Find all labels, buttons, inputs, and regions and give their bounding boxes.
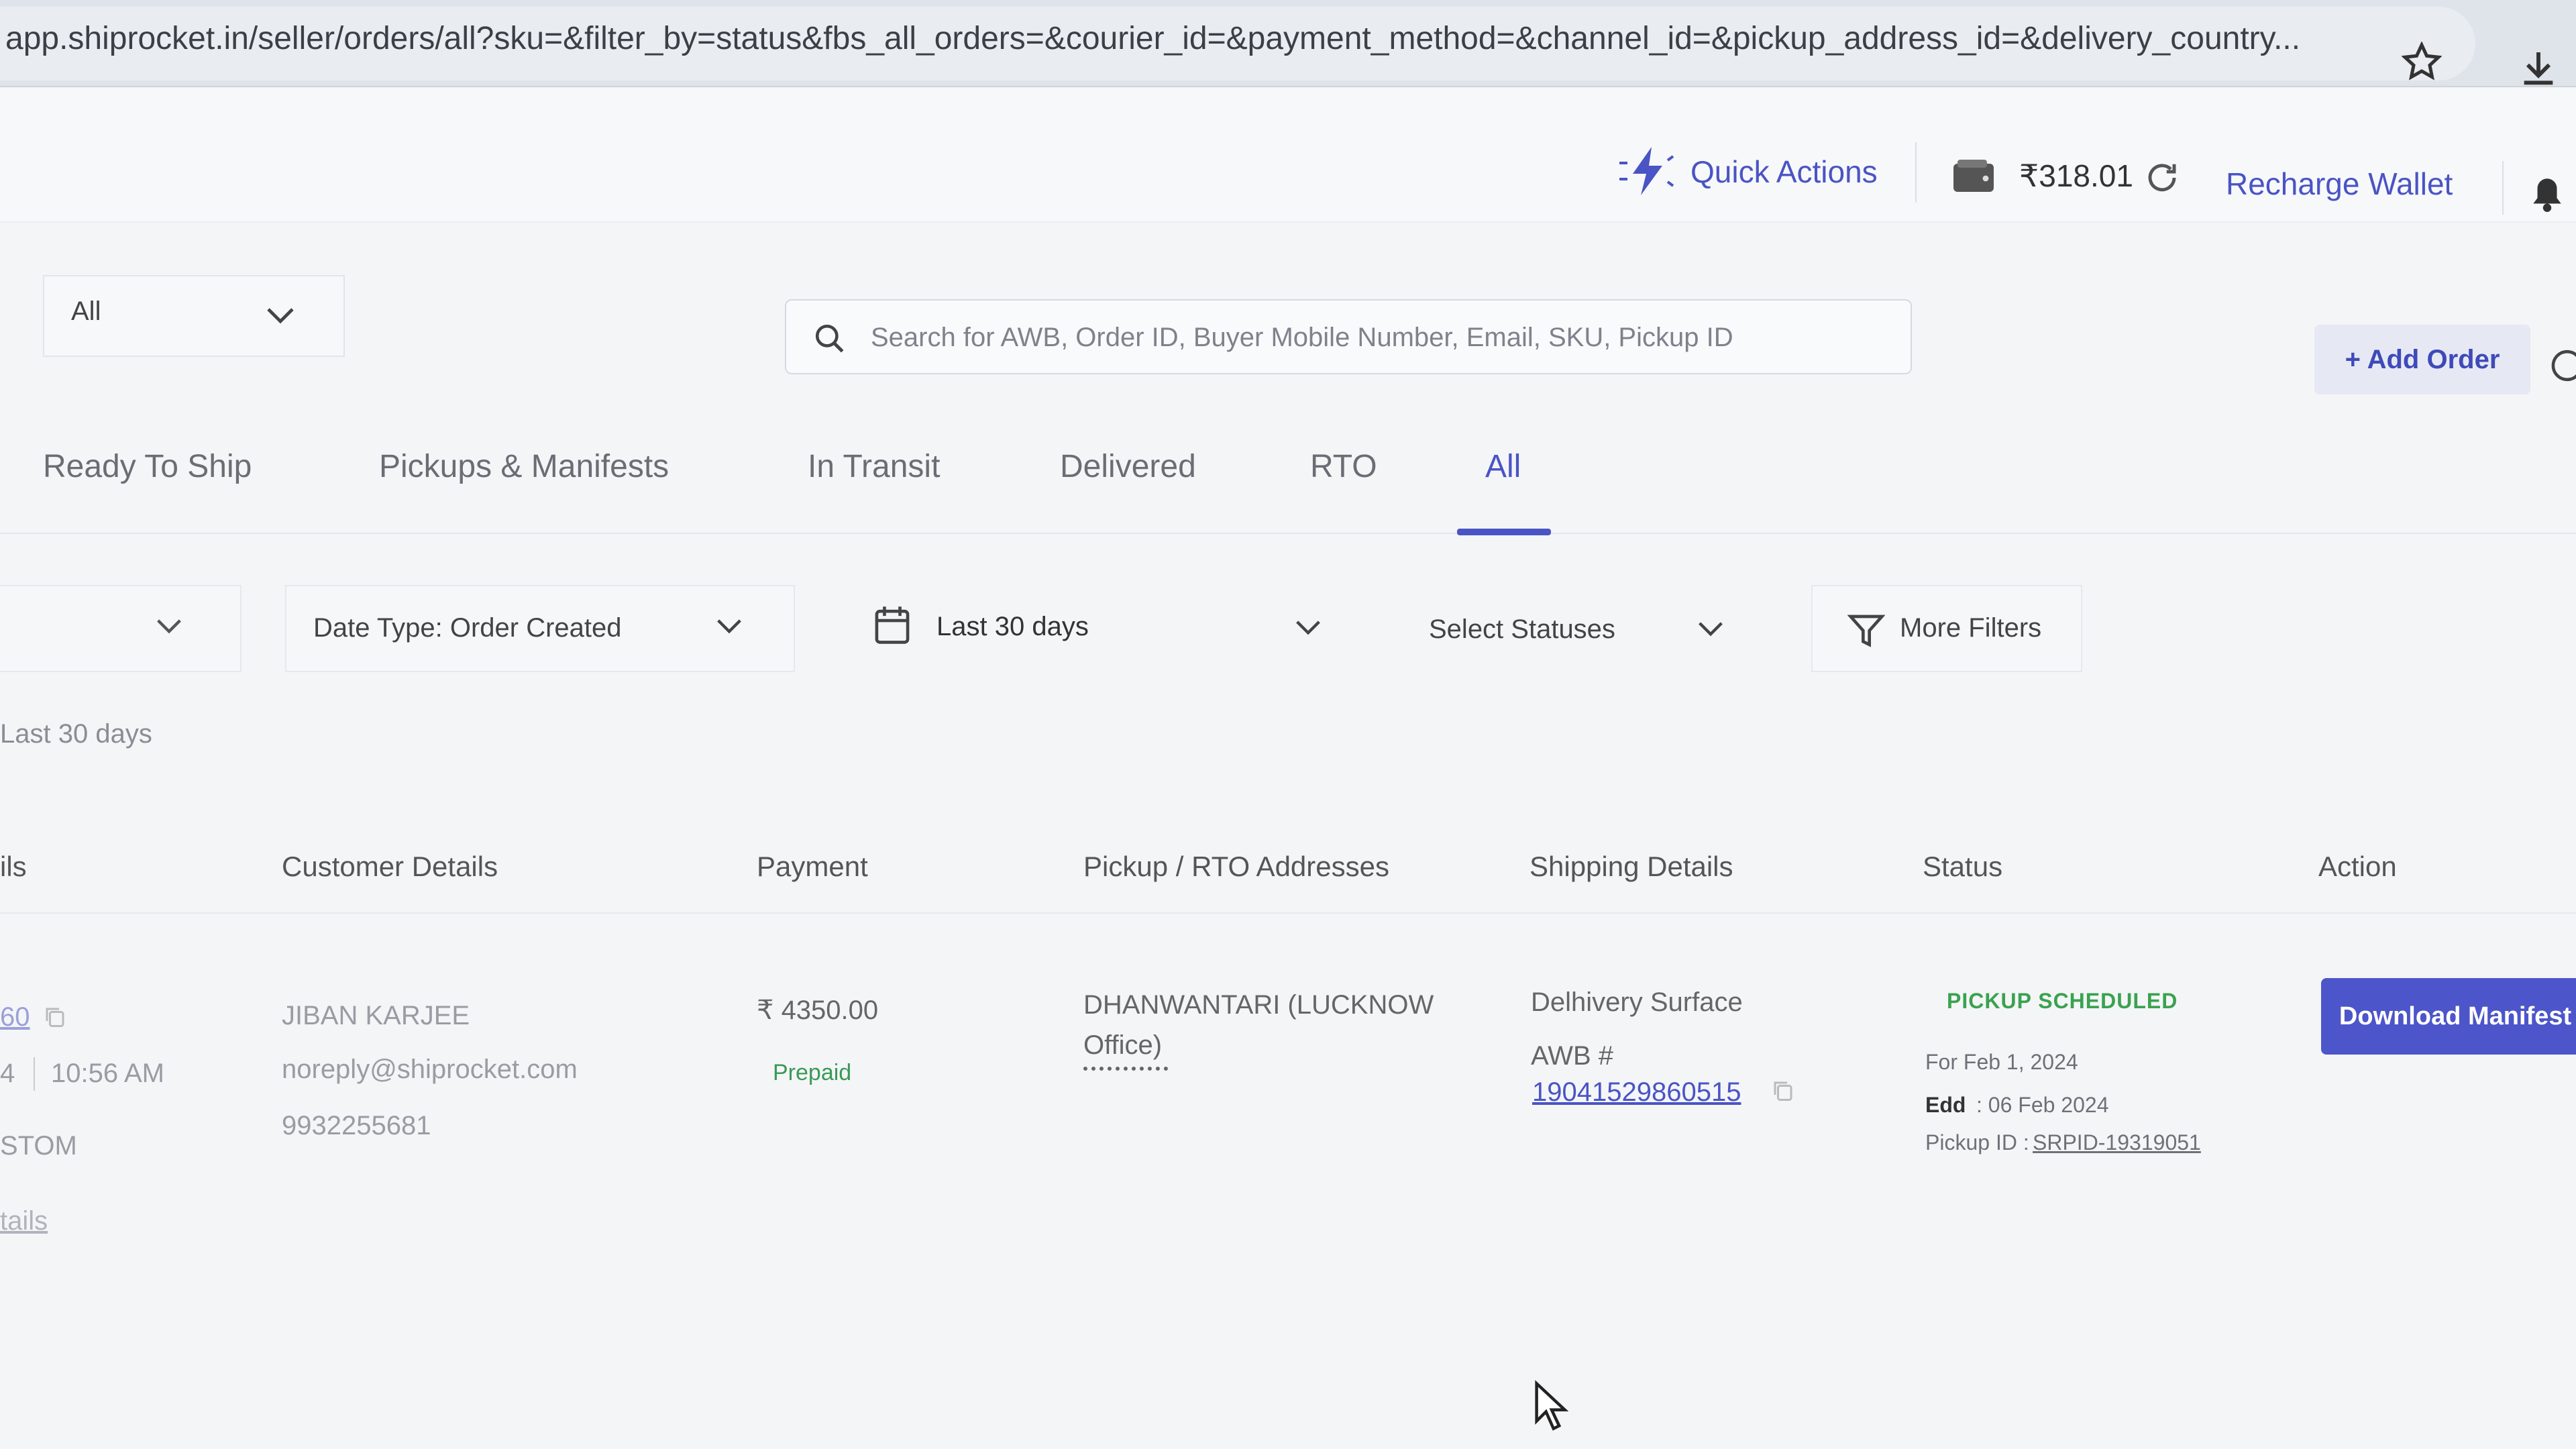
bookmark-star-icon[interactable] bbox=[2401, 41, 2443, 85]
filter-select[interactable] bbox=[0, 585, 241, 672]
more-filters-label: More Filters bbox=[1900, 613, 2042, 643]
column-header-pickup: Pickup / RTO Addresses bbox=[1083, 851, 1389, 882]
customer-phone: 9932255681 bbox=[282, 1111, 431, 1140]
download-manifest-button[interactable]: Download Manifest bbox=[2321, 978, 2576, 1055]
column-header-status: Status bbox=[1923, 851, 2003, 882]
order-time: 10:56 AM bbox=[51, 1059, 165, 1088]
tab-pickups-manifests[interactable]: Pickups & Manifests bbox=[379, 440, 669, 494]
refresh-icon[interactable] bbox=[2144, 160, 2180, 199]
tab-ready-to-ship[interactable]: Ready To Ship bbox=[43, 440, 252, 494]
chevron-down-icon bbox=[266, 306, 295, 329]
date-range-note: Last 30 days bbox=[0, 719, 152, 749]
wallet-balance: ₹318.01 bbox=[2019, 158, 2133, 193]
date-type-label: Date Type: Order Created bbox=[313, 613, 622, 643]
date-range-label: Last 30 days bbox=[936, 612, 1089, 641]
tabs-divider bbox=[0, 533, 2576, 534]
column-header-shipping: Shipping Details bbox=[1529, 851, 1733, 882]
awb-number-link[interactable]: 19041529860515 bbox=[1532, 1073, 1741, 1111]
chevron-down-icon bbox=[1295, 619, 1322, 641]
header-divider bbox=[2502, 161, 2504, 215]
status-select[interactable]: Select Statuses bbox=[1395, 585, 1771, 672]
tab-all[interactable]: All bbox=[1485, 440, 1521, 494]
edd-value: : 06 Feb 2024 bbox=[1976, 1093, 2109, 1117]
awb-label: AWB # bbox=[1531, 1041, 1613, 1071]
app-header bbox=[0, 89, 2576, 223]
courier-name: Delhivery Surface bbox=[1531, 987, 1743, 1017]
wallet-icon bbox=[1952, 158, 1995, 197]
pickup-id-link[interactable]: SRPID-19319051 bbox=[2033, 1127, 2201, 1158]
date-type-select[interactable]: Date Type: Order Created bbox=[285, 585, 795, 672]
pickup-id-label: Pickup ID : bbox=[1925, 1130, 2029, 1155]
column-header-action: Action bbox=[2318, 851, 2397, 882]
url-text[interactable]: app.shiprocket.in/seller/orders/all?sku=… bbox=[5, 12, 2394, 66]
partial-icon[interactable] bbox=[2549, 349, 2576, 386]
order-id-link[interactable]: 60 bbox=[0, 998, 30, 1036]
payment-method: Prepaid bbox=[773, 1060, 852, 1085]
more-filters-button[interactable]: More Filters bbox=[1811, 585, 2082, 672]
column-header-payment: Payment bbox=[757, 851, 868, 882]
tab-rto[interactable]: RTO bbox=[1310, 440, 1377, 494]
quick-actions-button[interactable]: Quick Actions bbox=[1690, 152, 1878, 192]
tab-delivered[interactable]: Delivered bbox=[1060, 440, 1196, 494]
customer-name: JIBAN KARJEE bbox=[282, 1001, 470, 1030]
download-icon[interactable] bbox=[2517, 47, 2560, 93]
search-input[interactable] bbox=[869, 313, 1889, 362]
table-header-divider bbox=[0, 912, 2576, 914]
filter-icon bbox=[1847, 612, 1886, 653]
status-select-label: Select Statuses bbox=[1429, 614, 1615, 644]
payment-amount: ₹ 4350.00 bbox=[757, 996, 879, 1025]
channel-select[interactable]: All bbox=[43, 275, 345, 357]
search-icon bbox=[813, 322, 847, 359]
pickup-address-dotted-underline bbox=[1083, 1067, 1168, 1071]
active-tab-indicator bbox=[1457, 529, 1551, 535]
date-range-select[interactable]: Last 30 days bbox=[839, 585, 1355, 672]
tab-in-transit[interactable]: In Transit bbox=[808, 440, 940, 494]
chevron-down-icon bbox=[1697, 620, 1724, 642]
pickup-scheduled-date: For Feb 1, 2024 bbox=[1925, 1050, 2078, 1074]
customer-email: noreply@shiprocket.com bbox=[282, 1055, 578, 1084]
chevron-down-icon bbox=[716, 617, 743, 639]
copy-icon[interactable] bbox=[1771, 1079, 1795, 1106]
order-channel: STOM bbox=[0, 1131, 77, 1161]
pickup-address-line2: Office) bbox=[1083, 1030, 1163, 1060]
order-date: 4 bbox=[0, 1059, 15, 1088]
edd-label: Edd bbox=[1925, 1093, 1966, 1117]
recharge-wallet-button[interactable]: Recharge Wallet bbox=[2226, 164, 2453, 204]
pickup-address-line1: DHANWANTARI (LUCKNOW bbox=[1083, 990, 1434, 1020]
status-badge: PICKUP SCHEDULED bbox=[1947, 989, 2178, 1013]
column-header-details: ils bbox=[0, 851, 27, 882]
date-time-divider bbox=[34, 1057, 35, 1091]
calendar-icon bbox=[873, 605, 911, 649]
column-header-customer: Customer Details bbox=[282, 851, 498, 882]
channel-select-value: All bbox=[71, 297, 101, 326]
view-details-link[interactable]: tails bbox=[0, 1202, 48, 1240]
search-box[interactable] bbox=[785, 299, 1912, 374]
mouse-cursor-icon bbox=[1533, 1379, 1570, 1436]
copy-icon[interactable] bbox=[43, 1005, 67, 1032]
lightning-icon bbox=[1617, 144, 1678, 201]
bell-icon[interactable] bbox=[2530, 174, 2564, 217]
chevron-down-icon bbox=[156, 617, 182, 639]
header-divider bbox=[1915, 142, 1917, 203]
add-order-button[interactable]: + Add Order bbox=[2314, 325, 2530, 394]
